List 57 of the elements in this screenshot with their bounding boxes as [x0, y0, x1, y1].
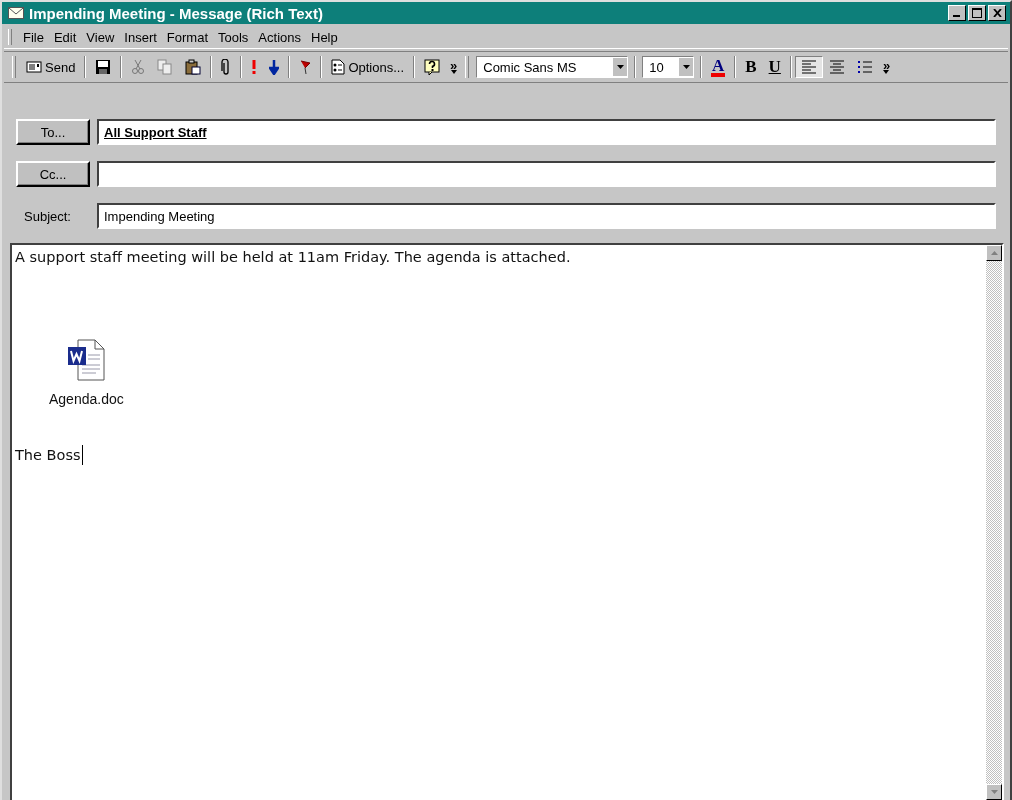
send-button[interactable]: Send — [20, 55, 82, 79]
input-field[interactable]: All Support Staff — [97, 119, 996, 145]
flag-icon — [299, 59, 312, 75]
input-field[interactable] — [97, 161, 996, 187]
menu-item[interactable]: Format — [161, 27, 213, 47]
menu-item[interactable]: View — [81, 27, 120, 47]
message-text: A support staff meeting will be held at 11am Friday. The agenda is attached. — [15, 249, 572, 265]
options-button[interactable]: Options... — [325, 55, 410, 79]
options-icon — [331, 59, 346, 75]
close-icon — [992, 9, 1002, 17]
menu-item[interactable]: Tools — [213, 27, 254, 47]
recipient-button[interactable]: To... — [16, 119, 90, 145]
attachment[interactable]: Agenda.doc — [49, 339, 124, 407]
maximize-icon — [972, 8, 982, 18]
paperclip-icon — [221, 59, 232, 75]
scroll-up-icon — [990, 251, 998, 255]
underline-button[interactable]: U — [762, 53, 787, 81]
menu-item[interactable]: Actions — [253, 27, 306, 47]
align-left-button[interactable] — [794, 56, 823, 78]
minimize-button[interactable] — [948, 5, 966, 21]
bullet-list-icon — [856, 60, 873, 74]
dropdown-arrow-icon — [682, 65, 690, 69]
scroll-down-icon — [990, 790, 998, 794]
dropdown-arrow-icon — [450, 69, 457, 74]
maximize-button[interactable] — [968, 5, 986, 21]
close-button[interactable] — [988, 5, 1006, 21]
document-icon — [66, 339, 107, 381]
field-label: Subject: — [23, 207, 72, 226]
help-icon — [424, 59, 440, 75]
font-size-dropdown[interactable]: 10 — [642, 56, 695, 78]
font-color-button[interactable]: A — [705, 53, 732, 81]
recipient-button[interactable]: Cc... — [16, 161, 90, 187]
align-center-icon — [828, 60, 845, 74]
text-cursor — [81, 445, 83, 465]
align-left-icon — [800, 60, 817, 74]
dropdown-arrow-icon — [616, 65, 624, 69]
copy-icon — [157, 59, 174, 75]
paste-icon — [185, 59, 202, 75]
bold-button[interactable]: B — [739, 53, 763, 81]
input-field[interactable]: Impending Meeting — [97, 203, 996, 229]
save-icon — [95, 59, 112, 75]
more-button[interactable]: » — [878, 60, 895, 74]
signature-text: The Boss — [15, 447, 81, 463]
scrollbar[interactable] — [986, 245, 1002, 800]
font-dropdown[interactable]: Comic Sans MS — [476, 56, 629, 78]
menu-item[interactable]: Insert — [119, 27, 162, 47]
exclamation-icon — [251, 59, 258, 75]
menu-item[interactable]: File — [18, 27, 49, 47]
more-button[interactable]: » — [446, 60, 462, 74]
menu-item[interactable]: Edit — [48, 27, 82, 47]
scissors-icon — [131, 59, 146, 75]
envelope-icon — [8, 7, 24, 19]
dropdown-arrow-icon — [883, 69, 890, 74]
send-icon — [26, 60, 42, 74]
down-arrow-icon — [269, 59, 280, 75]
window-title: Impending Meeting - Message (Rich Text) — [29, 4, 324, 22]
menu-item[interactable]: Help — [306, 27, 343, 47]
